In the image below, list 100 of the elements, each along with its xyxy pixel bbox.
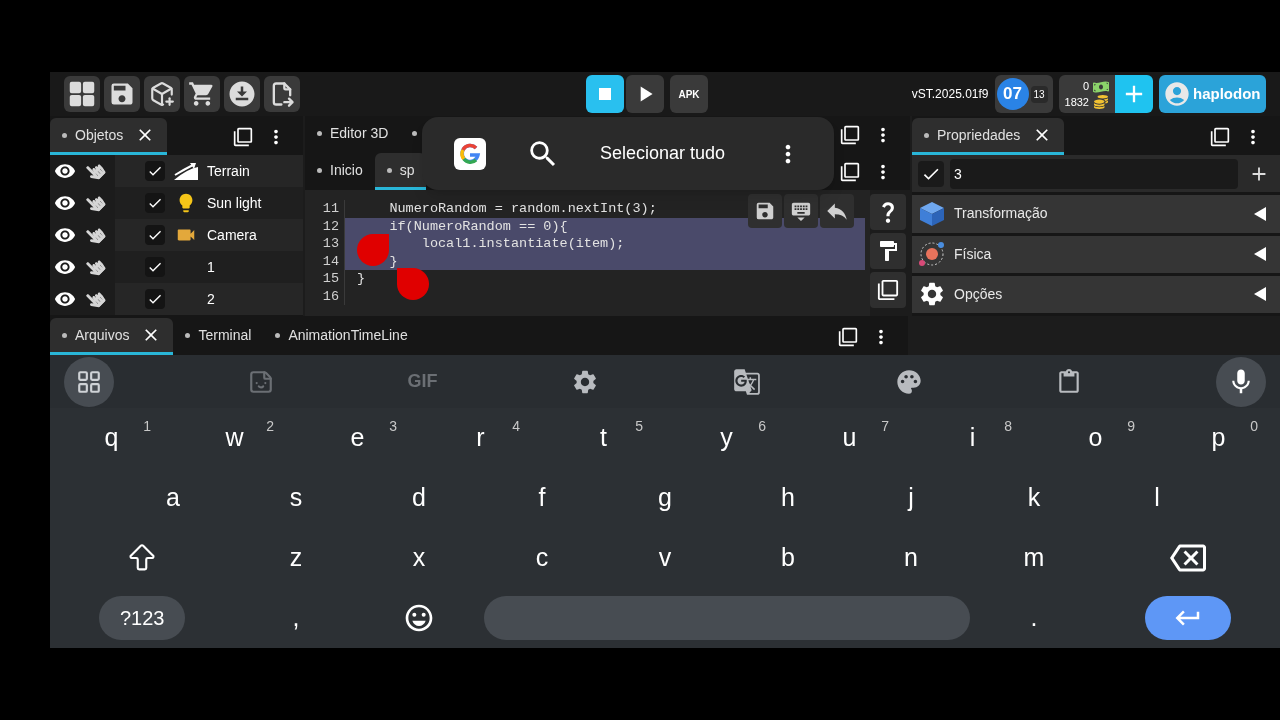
key[interactable]: w 2 <box>173 408 296 468</box>
section-title: Opções <box>954 284 1003 304</box>
key-hint: 0 <box>1250 417 1258 436</box>
key-hint: 2 <box>266 417 274 436</box>
key[interactable]: g <box>603 468 727 528</box>
cube-icon <box>919 200 945 227</box>
sticker-icon[interactable] <box>247 368 274 395</box>
enabled-checkbox[interactable] <box>918 160 944 187</box>
section-header[interactable]: Opções <box>912 275 1280 313</box>
key[interactable]: t 5 <box>542 408 665 468</box>
key[interactable]: c <box>480 528 604 588</box>
key-hint: 5 <box>635 417 643 436</box>
key-hint: 8 <box>1004 417 1012 436</box>
code-line: } <box>356 270 366 288</box>
checkbox[interactable] <box>145 161 165 181</box>
money-icon <box>1093 79 1109 94</box>
download-button[interactable] <box>224 76 260 112</box>
panel-tab[interactable]: Objetos <box>50 118 168 155</box>
panel-tab[interactable]: sp <box>374 153 427 190</box>
maximize-icon[interactable] <box>1210 126 1230 147</box>
key[interactable]: a <box>111 468 235 528</box>
copy-button[interactable] <box>870 272 906 308</box>
key[interactable]: e 3 <box>296 408 419 468</box>
key[interactable]: z <box>234 528 358 588</box>
key[interactable]: v <box>603 528 727 588</box>
key[interactable]: k <box>972 468 1096 528</box>
key[interactable]: o 9 <box>1034 408 1157 468</box>
checkbox[interactable] <box>145 257 165 277</box>
key[interactable]: q 1 <box>50 408 173 468</box>
key[interactable]: . <box>972 588 1096 648</box>
orbit-icon <box>918 240 946 269</box>
level-sub: 13 <box>1030 85 1048 103</box>
collapse-arrow-icon <box>1254 287 1266 302</box>
select-all-button[interactable]: Selecionar tudo <box>600 140 726 167</box>
undo-button[interactable] <box>820 194 854 228</box>
key-hint: 6 <box>758 417 766 436</box>
add-object-button[interactable] <box>144 76 180 112</box>
maximize-icon[interactable] <box>840 124 860 145</box>
download-icon <box>227 79 257 109</box>
object-name[interactable]: Terrain <box>207 160 250 182</box>
selection-handle[interactable] <box>397 268 429 300</box>
key[interactable]: l <box>1095 468 1219 528</box>
checkbox[interactable] <box>145 193 165 213</box>
apk-button[interactable]: APK <box>670 75 708 113</box>
store-button[interactable] <box>184 76 220 112</box>
collapse-arrow-icon <box>1254 206 1266 221</box>
key[interactable]: h <box>726 468 850 528</box>
key[interactable]: r 4 <box>419 408 542 468</box>
maximize-icon[interactable] <box>840 161 860 182</box>
object-name[interactable]: Camera <box>207 224 257 246</box>
play-button[interactable] <box>626 75 664 113</box>
key[interactable]: u 7 <box>788 408 911 468</box>
line-number: 11 <box>305 200 345 218</box>
stop-button[interactable] <box>586 75 624 113</box>
key[interactable]: d <box>357 468 481 528</box>
line-number: 15 <box>305 270 345 288</box>
enter-key[interactable] <box>1144 596 1231 640</box>
export-button[interactable] <box>264 76 300 112</box>
level-number: 07 <box>996 78 1029 110</box>
key[interactable]: j <box>849 468 973 528</box>
section-header[interactable]: Transformação <box>912 195 1280 233</box>
object-name[interactable]: 1 <box>207 256 215 278</box>
save-button[interactable] <box>104 76 140 112</box>
key[interactable]: x <box>357 528 481 588</box>
coins-icon <box>1093 94 1109 109</box>
grid-icon <box>68 80 96 108</box>
ramp-icon <box>173 161 199 181</box>
balance-amount: 0 <box>1082 79 1089 94</box>
translate-icon[interactable] <box>732 367 761 396</box>
panel-tab[interactable]: Propriedades <box>912 118 1065 155</box>
key[interactable]: m <box>972 528 1096 588</box>
section-header[interactable]: Física <box>912 235 1280 273</box>
key[interactable]: n <box>849 528 973 588</box>
symbols-key[interactable]: ?123 <box>99 596 186 640</box>
apps-button[interactable] <box>64 356 114 407</box>
key[interactable]: f <box>480 468 604 528</box>
paint-button[interactable] <box>870 233 906 269</box>
key[interactable]: i 8 <box>911 408 1034 468</box>
maximize-icon[interactable] <box>838 326 858 347</box>
key[interactable]: s <box>234 468 358 528</box>
version-label: vST.2025.01f9 <box>911 86 989 103</box>
save-code-button[interactable] <box>748 194 782 228</box>
object-name[interactable]: 2 <box>207 288 215 310</box>
section-title: Transformação <box>954 204 1048 224</box>
keyboard-button[interactable] <box>784 194 818 228</box>
key[interactable]: y 6 <box>665 408 788 468</box>
panel-tab[interactable]: Arquivos <box>50 318 174 355</box>
key[interactable]: p 0 <box>1157 408 1280 468</box>
palette-icon[interactable] <box>894 367 923 396</box>
key[interactable]: b <box>726 528 850 588</box>
help-button[interactable] <box>870 194 906 230</box>
balance-amount: 1832 <box>1064 95 1089 110</box>
google-icon[interactable] <box>454 137 486 170</box>
microphone-button[interactable] <box>1215 356 1266 407</box>
name-field[interactable]: 3 <box>950 158 1238 189</box>
checkbox[interactable] <box>145 225 165 245</box>
checkbox[interactable] <box>145 289 165 309</box>
layout-button[interactable] <box>64 76 100 112</box>
maximize-icon[interactable] <box>233 126 253 147</box>
key[interactable]: , <box>234 588 358 648</box>
